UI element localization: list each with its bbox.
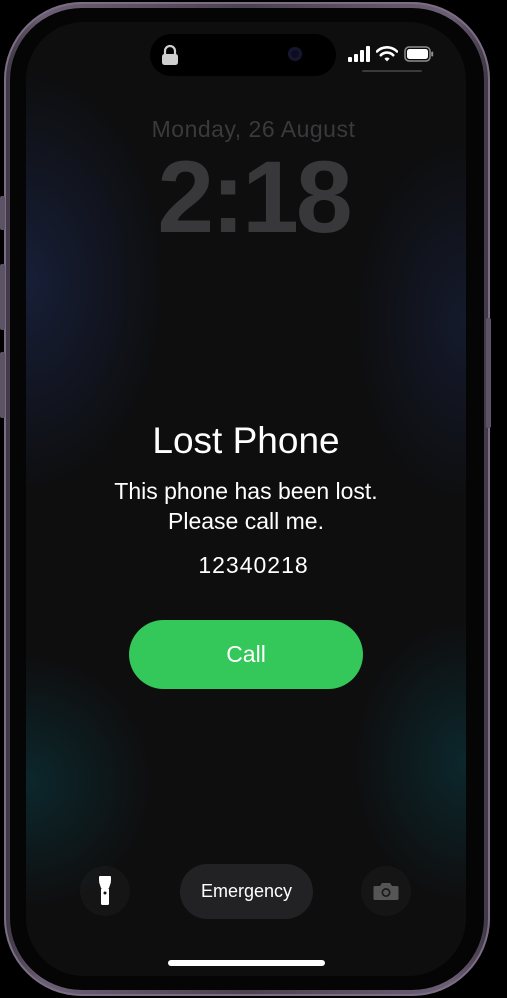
flashlight-icon <box>99 876 111 905</box>
lost-mode-phone-number: 12340218 <box>198 552 309 578</box>
camera-button[interactable] <box>361 866 411 916</box>
lock-screen-time: 2:18 <box>157 140 352 254</box>
call-button[interactable]: Call <box>129 620 363 689</box>
front-camera <box>288 47 302 61</box>
volume-up-button <box>0 264 5 330</box>
call-button-label: Call <box>226 641 266 667</box>
home-indicator[interactable] <box>168 960 325 966</box>
lost-mode-message: This phone has been lost. Please call me… <box>114 478 378 534</box>
volume-down-button <box>0 352 5 418</box>
status-bar-icons <box>348 44 434 64</box>
side-button <box>486 318 491 428</box>
battery-icon <box>404 46 434 62</box>
lock-screen-date: Monday, 26 August <box>151 116 356 142</box>
wifi-icon <box>376 46 398 62</box>
emergency-button-label: Emergency <box>200 881 293 901</box>
flashlight-button[interactable] <box>80 866 130 916</box>
lost-mode-title: Lost Phone <box>152 420 340 461</box>
emergency-button[interactable]: Emergency <box>180 864 313 919</box>
status-divider <box>362 70 422 72</box>
camera-icon <box>373 883 399 900</box>
signal-icon <box>348 46 370 62</box>
lock-icon <box>162 44 178 65</box>
